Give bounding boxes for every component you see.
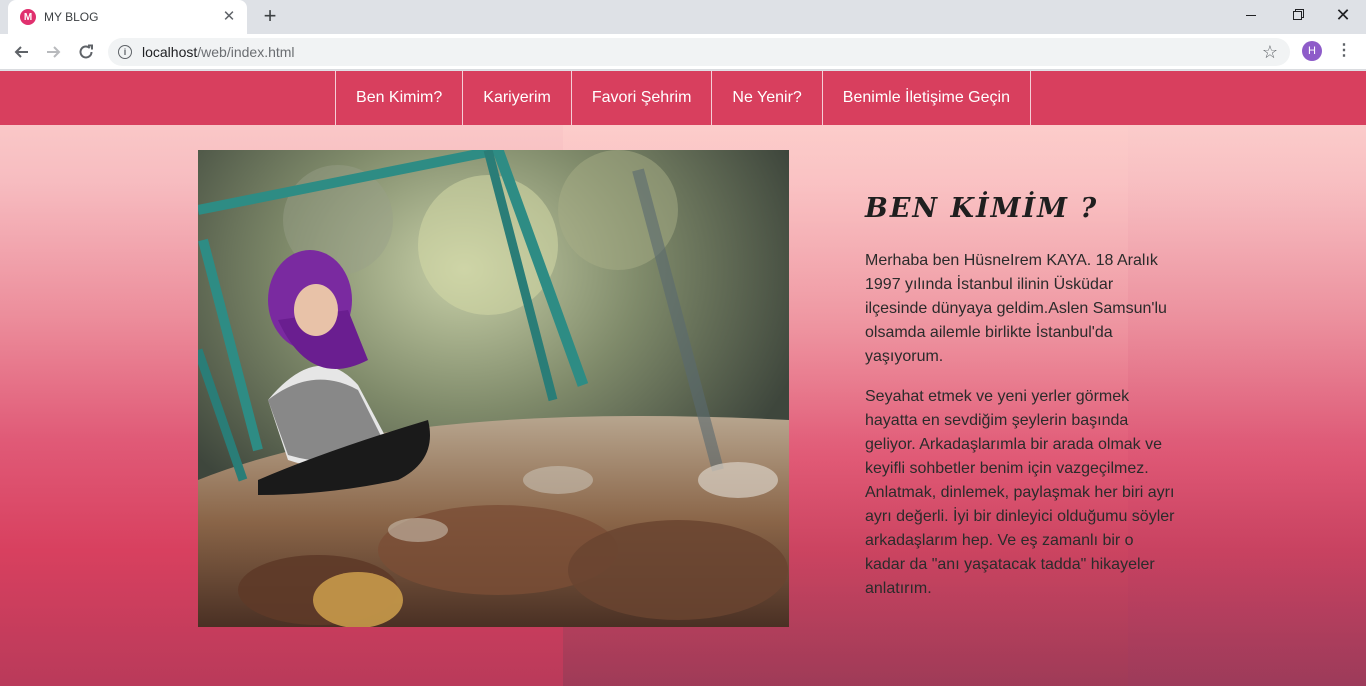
tab-close-icon[interactable]: ✕ — [221, 9, 237, 25]
tab-title: MY BLOG — [44, 10, 99, 24]
browser-tab[interactable]: M MY BLOG ✕ — [8, 0, 247, 34]
profile-photo-illustration — [198, 150, 789, 627]
kebab-menu-icon[interactable]: ⋮ — [1336, 40, 1352, 62]
nav-list: Ben Kimim? Kariyerim Favori Şehrim Ne Ye… — [335, 71, 1031, 125]
nav-link-kariyerim[interactable]: Kariyerim — [463, 71, 572, 125]
page-viewport: Ben Kimim? Kariyerim Favori Şehrim Ne Ye… — [0, 71, 1366, 686]
url-path: /web/index.html — [197, 44, 295, 60]
about-paragraph: Seyahat etmek ve yeni yerler görmek haya… — [865, 388, 1175, 597]
url-host: localhost — [142, 44, 198, 60]
nav-link-ne-yenir[interactable]: Ne Yenir? — [712, 71, 823, 125]
nav-link-ben-kimim[interactable]: Ben Kimim? — [336, 71, 464, 125]
tab-strip: M MY BLOG ✕ + ✕ — [0, 0, 1366, 34]
about-section: BEN KİMİM ? Merhaba ben HüsneIrem KAYA. … — [865, 191, 1175, 617]
profile-photo — [198, 150, 789, 627]
about-heading: BEN KİMİM ? — [865, 193, 1099, 224]
close-icon: ✕ — [1335, 5, 1351, 25]
bookmark-star-icon[interactable]: ☆ — [1262, 41, 1278, 63]
nav-link-iletisim[interactable]: Benimle İletişime Geçin — [823, 71, 1031, 125]
nav-link-favori-sehrim[interactable]: Favori Şehrim — [572, 71, 713, 125]
address-bar[interactable]: i localhost/web/index.html ☆ — [108, 38, 1290, 66]
info-icon[interactable]: i — [118, 45, 132, 59]
favicon-icon: M — [20, 9, 36, 25]
close-window-button[interactable]: ✕ — [1320, 0, 1366, 30]
about-paragraph: Merhaba ben HüsneIrem KAYA. 18 Aralık 19… — [865, 252, 1167, 365]
profile-avatar[interactable]: H — [1302, 41, 1322, 61]
maximize-button[interactable] — [1274, 0, 1320, 30]
browser-toolbar: i localhost/web/index.html ☆ — [0, 34, 1366, 70]
site-navbar: Ben Kimim? Kariyerim Favori Şehrim Ne Ye… — [0, 71, 1366, 125]
minimize-icon — [1246, 14, 1256, 16]
back-arrow-icon[interactable] — [7, 38, 35, 66]
forward-arrow-icon[interactable] — [40, 38, 68, 66]
reload-icon[interactable] — [72, 38, 100, 66]
restore-icon — [1292, 10, 1302, 20]
minimize-button[interactable] — [1228, 0, 1274, 30]
new-tab-icon[interactable]: + — [258, 4, 282, 28]
